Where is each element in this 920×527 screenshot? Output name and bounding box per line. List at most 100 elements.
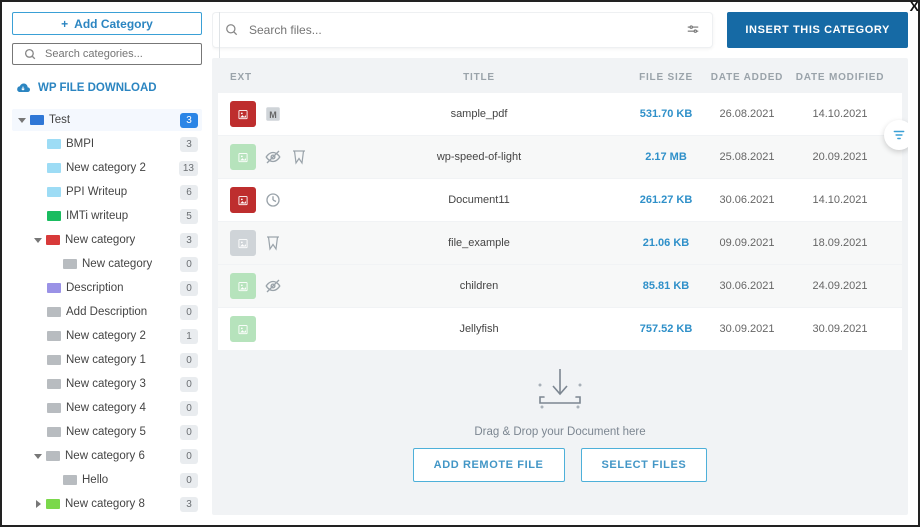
count-badge: 3 xyxy=(180,113,198,128)
main-search[interactable] xyxy=(212,12,713,48)
caret-icon[interactable] xyxy=(36,500,41,508)
file-row[interactable]: Jellyfish757.52 KB30.09.202130.09.2021 xyxy=(218,308,902,350)
file-date-added: 30.06.2021 xyxy=(704,194,790,206)
sidebar-item[interactable]: New category 40 xyxy=(12,397,202,419)
sidebar-item[interactable]: IMTi writeup5 xyxy=(12,205,202,227)
sidebar-item[interactable]: New category3 xyxy=(12,229,202,251)
file-row[interactable]: Msample_pdf531.70 KB26.08.202114.10.2021 xyxy=(218,93,902,135)
caret-icon[interactable] xyxy=(18,118,26,123)
content-area: EXT TITLE FILE SIZE DATE ADDED DATE MODI… xyxy=(212,58,908,515)
file-rows: Msample_pdf531.70 KB26.08.202114.10.2021… xyxy=(212,93,908,351)
sidebar-item-label: New category 2 xyxy=(66,330,146,342)
file-thumb-icon xyxy=(230,316,256,342)
file-date-added: 25.08.2021 xyxy=(704,151,790,163)
sidebar-item[interactable]: Add Description0 xyxy=(12,301,202,323)
folder-icon xyxy=(47,187,61,197)
brand-row[interactable]: WP FILE DOWNLOAD xyxy=(12,73,202,101)
filter-fab-icon[interactable] xyxy=(884,120,908,150)
file-row[interactable]: file_example21.06 KB09.09.202118.09.2021 xyxy=(218,222,902,264)
folder-icon xyxy=(47,331,61,341)
trash-icon xyxy=(264,234,282,252)
sidebar-item[interactable]: Test3 xyxy=(12,109,202,131)
add-category-button[interactable]: + Add Category xyxy=(12,12,202,35)
col-title[interactable]: TITLE xyxy=(330,72,628,83)
col-mod[interactable]: DATE MODIFIED xyxy=(790,72,890,83)
main-search-input[interactable] xyxy=(249,23,676,37)
sidebar-search-input[interactable] xyxy=(45,48,193,60)
count-badge: 0 xyxy=(180,425,198,440)
drop-area[interactable]: Drag & Drop your Document here xyxy=(212,351,908,448)
clock-icon xyxy=(264,191,282,209)
search-icon xyxy=(21,45,39,63)
sidebar-item[interactable]: New category 0 xyxy=(12,253,202,275)
sidebar-item-label: New category 8 xyxy=(65,498,145,510)
sidebar-item[interactable]: New category 30 xyxy=(12,373,202,395)
file-size: 757.52 KB xyxy=(628,323,704,335)
sidebar-item[interactable]: New category 83 xyxy=(12,493,202,515)
svg-text:M: M xyxy=(269,110,277,120)
col-added[interactable]: DATE ADDED xyxy=(704,72,790,83)
file-title: Document11 xyxy=(330,194,628,206)
sidebar-item-label: New category 1 xyxy=(66,354,146,366)
insert-category-button[interactable]: INSERT THIS CATEGORY xyxy=(727,12,908,48)
folder-icon xyxy=(47,211,61,221)
topbar: INSERT THIS CATEGORY xyxy=(212,12,908,48)
sidebar-item[interactable]: New category 60 xyxy=(12,445,202,467)
sidebar-item-label: IMTi writeup xyxy=(66,210,128,222)
file-size: 85.81 KB xyxy=(628,280,704,292)
sidebar-item[interactable]: New category 21 xyxy=(12,325,202,347)
file-title: wp-speed-of-light xyxy=(330,151,628,163)
sidebar-item[interactable]: PPI Writeup6 xyxy=(12,181,202,203)
file-row[interactable]: children85.81 KB30.06.202124.09.2021 xyxy=(218,265,902,307)
sidebar-item[interactable]: New category 5 0 xyxy=(12,421,202,443)
sliders-icon[interactable] xyxy=(684,21,702,39)
folder-icon xyxy=(47,403,61,413)
col-size[interactable]: FILE SIZE xyxy=(628,72,704,83)
file-thumb-icon xyxy=(230,273,256,299)
file-size: 261.27 KB xyxy=(628,194,704,206)
sidebar-item-label: New category 4 xyxy=(66,402,146,414)
count-badge: 0 xyxy=(180,257,198,272)
sidebar-item[interactable]: Description 0 xyxy=(12,277,202,299)
file-date-added: 30.06.2021 xyxy=(704,280,790,292)
file-date-modified: 14.10.2021 xyxy=(790,194,890,206)
sidebar-item-label: New category 6 xyxy=(65,450,145,462)
caret-icon[interactable] xyxy=(34,454,42,459)
file-size: 2.17 MB xyxy=(628,151,704,163)
sidebar-item-label: Hello xyxy=(82,474,108,486)
count-badge: 0 xyxy=(180,281,198,296)
close-icon[interactable]: X xyxy=(910,0,919,14)
plus-icon: + xyxy=(61,17,68,31)
sidebar-item[interactable]: New category 10 xyxy=(12,349,202,371)
sidebar-item[interactable]: Hello0 xyxy=(12,469,202,491)
caret-icon[interactable] xyxy=(34,238,42,243)
hidden-icon xyxy=(264,277,282,295)
search-icon xyxy=(223,21,241,39)
select-files-button[interactable]: SELECT FILES xyxy=(581,448,708,482)
file-date-modified: 20.09.2021 xyxy=(790,151,890,163)
sidebar-item-label: Description xyxy=(66,282,124,294)
folder-icon xyxy=(47,283,61,293)
folder-icon xyxy=(63,475,77,485)
file-date-added: 26.08.2021 xyxy=(704,108,790,120)
app-window: X + Add Category WP FILE DOWNLOAD Test3B… xyxy=(0,0,920,527)
main-panel: INSERT THIS CATEGORY EXT TITLE FILE SIZE… xyxy=(212,12,908,515)
sidebar-item[interactable]: New category 213 xyxy=(12,157,202,179)
file-date-modified: 24.09.2021 xyxy=(790,280,890,292)
sidebar-item-label: New category xyxy=(82,258,152,270)
file-row[interactable]: Document11261.27 KB30.06.202114.10.2021 xyxy=(218,179,902,221)
count-badge: 3 xyxy=(180,233,198,248)
file-size: 531.70 KB xyxy=(628,108,704,120)
count-badge: 13 xyxy=(179,161,198,176)
sidebar-item-label: PPI Writeup xyxy=(66,186,127,198)
file-date-modified: 30.09.2021 xyxy=(790,323,890,335)
sidebar-search[interactable] xyxy=(12,43,202,65)
file-row[interactable]: wp-speed-of-light2.17 MB25.08.202120.09.… xyxy=(218,136,902,178)
sidebar-item-label: New category 5 xyxy=(66,426,146,438)
folder-icon xyxy=(63,259,77,269)
col-ext[interactable]: EXT xyxy=(230,72,330,83)
sidebar-item[interactable]: BMPI3 xyxy=(12,133,202,155)
file-thumb-icon xyxy=(230,187,256,213)
add-remote-file-button[interactable]: ADD REMOTE FILE xyxy=(413,448,565,482)
folder-icon xyxy=(47,427,61,437)
